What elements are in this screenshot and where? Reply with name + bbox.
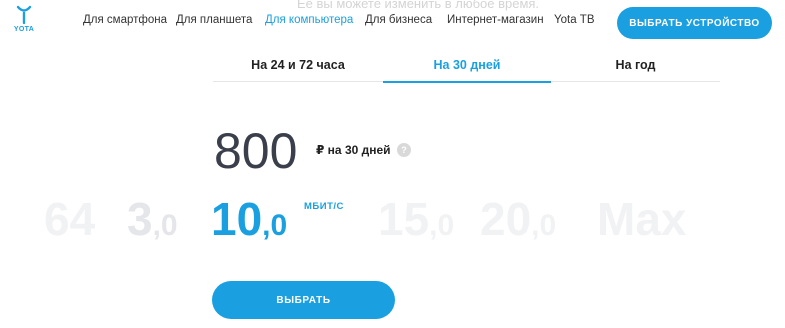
speed-value: 20 [480,193,532,245]
speed-fraction: ,0 [429,209,455,242]
speed-fraction: ,0 [531,209,557,242]
tariff-price: 800 [214,123,298,179]
nav-computer[interactable]: Для компьютера [265,14,353,26]
speed-option-3[interactable]: 3,0 [127,196,178,242]
site-header: YOTA Для смартфона Для планшета Для комп… [0,0,785,48]
tab-year[interactable]: На год [551,48,720,82]
tab-24-72-hours[interactable]: На 24 и 72 часа [213,48,383,82]
nav-shop[interactable]: Интернет-магазин [447,14,544,26]
speed-value: 3 [127,193,153,245]
speed-value: Max [597,193,687,245]
speed-option-max[interactable]: Max [597,196,686,242]
select-device-button[interactable]: ВЫБРАТЬ УСТРОЙСТВО [617,7,772,39]
speed-value: 64 [44,193,96,245]
nav-yota-tv[interactable]: Yota ТВ [554,14,595,26]
yota-logo[interactable]: YOTA [10,5,38,39]
speed-unit: МБИТ/С [304,201,344,212]
choose-button[interactable]: ВЫБРАТЬ [212,281,395,319]
tariff-price-period: ₽ на 30 дней [316,143,391,157]
help-icon[interactable]: ? [397,143,411,157]
speed-value: 10 [211,193,263,245]
speed-value: 15 [378,193,430,245]
speed-fraction: ,0 [152,209,178,242]
yota-logo-icon [16,5,32,25]
speed-option-15[interactable]: 15,0 [378,196,454,242]
tab-30-days[interactable]: На 30 дней [383,48,551,83]
logo-text: YOTA [13,26,35,33]
nav-tablet[interactable]: Для планшета [176,14,252,26]
nav-business[interactable]: Для бизнеса [365,14,432,26]
speed-fraction: ,0 [262,209,288,242]
speed-option-64[interactable]: 64 [44,196,95,242]
speed-option-20[interactable]: 20,0 [480,196,556,242]
period-tabs: На 24 и 72 часа На 30 дней На год [213,48,720,83]
speed-option-10[interactable]: 10,0 [211,196,287,242]
nav-smartphone[interactable]: Для смартфона [83,14,167,26]
